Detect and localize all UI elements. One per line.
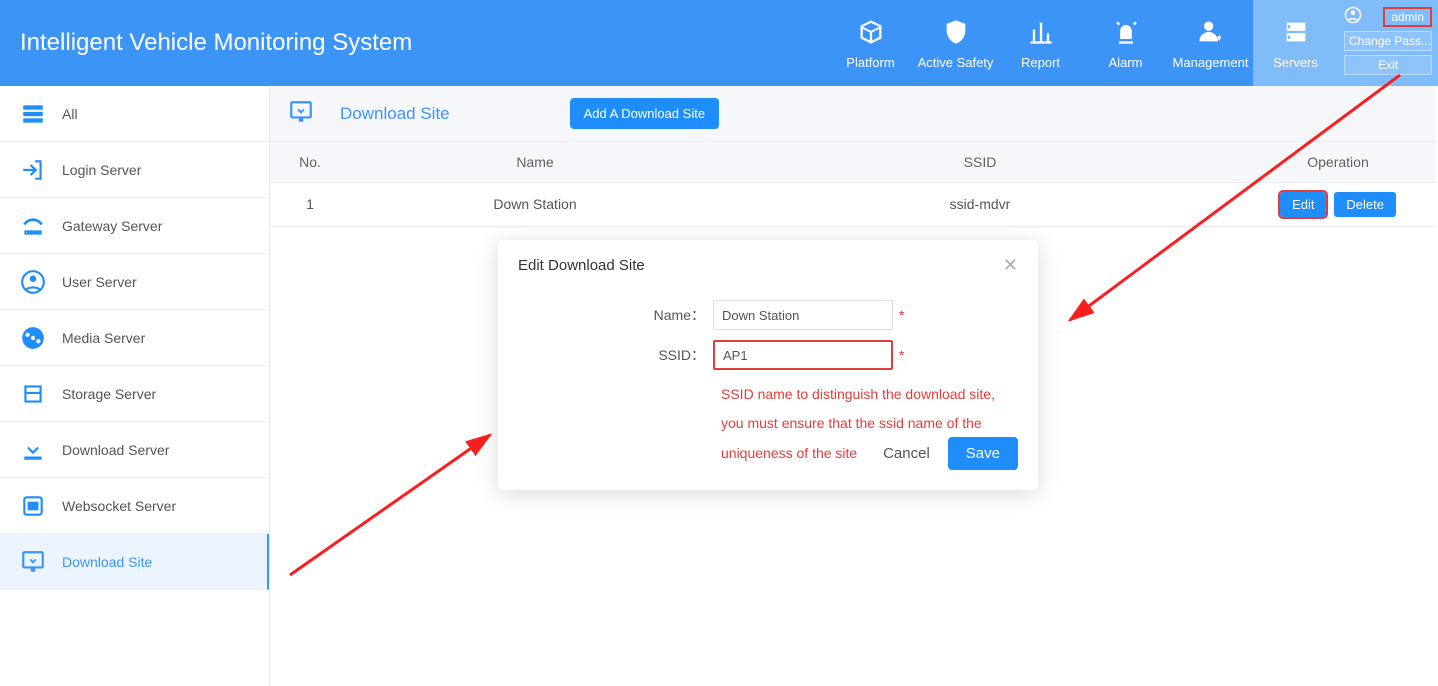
exit-button[interactable]: Exit [1344, 55, 1432, 75]
sidebar-item-login-server[interactable]: Login Server [0, 142, 269, 198]
shield-icon [941, 17, 971, 47]
media-icon [20, 325, 46, 351]
add-download-site-button[interactable]: Add A Download Site [570, 98, 719, 129]
sidebar-item-download-site[interactable]: Download Site [0, 534, 269, 590]
nav-label: Report [1021, 55, 1060, 70]
user-name[interactable]: admin [1383, 7, 1432, 27]
user-gear-icon [1196, 17, 1226, 47]
name-label: Name： [498, 305, 713, 325]
nav-label: Servers [1273, 55, 1318, 70]
ssid-input[interactable] [713, 340, 893, 370]
required-mark: * [899, 307, 904, 323]
dialog-title: Edit Download Site [518, 257, 645, 274]
nav-label: Management [1173, 55, 1249, 70]
sidebar-item-label: Storage Server [62, 386, 156, 402]
nav-label: Active Safety [918, 55, 994, 70]
th-op: Operation [1240, 142, 1436, 182]
delete-button[interactable]: Delete [1334, 192, 1396, 217]
user-avatar-icon [1344, 6, 1362, 27]
sidebar-item-storage-server[interactable]: Storage Server [0, 366, 269, 422]
nav-management[interactable]: Management [1168, 0, 1253, 86]
cell-name: Down Station [350, 182, 720, 226]
sidebar-item-label: Gateway Server [62, 218, 162, 234]
nav-report[interactable]: Report [998, 0, 1083, 86]
nav-active-safety[interactable]: Active Safety [913, 0, 998, 86]
sidebar-item-label: Media Server [62, 330, 145, 346]
th-no: No. [270, 142, 350, 182]
page-title: Download Site [340, 104, 450, 124]
nav-alarm[interactable]: Alarm [1083, 0, 1168, 86]
user-panel: admin Change Pass... Exit [1338, 0, 1438, 86]
edit-button[interactable]: Edit [1280, 192, 1326, 217]
download-site-icon [20, 549, 46, 575]
gateway-icon [20, 213, 46, 239]
close-icon[interactable]: ✕ [1003, 255, 1018, 276]
sidebar-item-label: Websocket Server [62, 498, 176, 514]
sidebar-item-label: Download Site [62, 554, 152, 570]
user-icon [20, 269, 46, 295]
top-nav: Platform Active Safety Report Alarm Mana… [828, 0, 1438, 86]
cell-no: 1 [270, 182, 350, 226]
table-row: 1 Down Station ssid-mdvr Edit Delete [270, 182, 1436, 226]
login-icon [20, 157, 46, 183]
sidebar-item-all[interactable]: All [0, 86, 269, 142]
storage-icon [20, 381, 46, 407]
sidebar-item-download-server[interactable]: Download Server [0, 422, 269, 478]
bars-icon [1026, 17, 1056, 47]
sidebar: All Login Server Gateway Server User Ser… [0, 86, 270, 686]
download-site-table: No. Name SSID Operation 1 Down Station s… [270, 142, 1436, 227]
nav-label: Alarm [1109, 55, 1143, 70]
th-name: Name [350, 142, 720, 182]
nav-servers[interactable]: Servers [1253, 0, 1338, 86]
sidebar-item-user-server[interactable]: User Server [0, 254, 269, 310]
sidebar-item-label: All [62, 106, 78, 122]
cube-icon [856, 17, 886, 47]
cell-ssid: ssid-mdvr [720, 182, 1240, 226]
nav-platform[interactable]: Platform [828, 0, 913, 86]
app-title: Intelligent Vehicle Monitoring System [20, 29, 412, 57]
nav-label: Platform [846, 55, 894, 70]
th-ssid: SSID [720, 142, 1240, 182]
edit-download-site-dialog: Edit Download Site ✕ Name： * SSID： * SSI… [498, 240, 1038, 490]
save-button[interactable]: Save [948, 437, 1018, 470]
websocket-icon [20, 493, 46, 519]
siren-icon [1111, 17, 1141, 47]
name-input[interactable] [713, 300, 893, 330]
app-header: Intelligent Vehicle Monitoring System Pl… [0, 0, 1438, 86]
sidebar-item-label: Download Server [62, 442, 169, 458]
all-icon [20, 101, 46, 127]
server-icon [1281, 17, 1311, 47]
download-icon [20, 437, 46, 463]
change-password-button[interactable]: Change Pass... [1344, 31, 1432, 51]
sidebar-item-websocket-server[interactable]: Websocket Server [0, 478, 269, 534]
sidebar-item-label: User Server [62, 274, 137, 290]
page-icon [288, 99, 314, 128]
ssid-label: SSID： [498, 345, 713, 365]
sidebar-item-label: Login Server [62, 162, 141, 178]
cancel-button[interactable]: Cancel [883, 445, 930, 462]
cell-operation: Edit Delete [1240, 182, 1436, 226]
sidebar-item-media-server[interactable]: Media Server [0, 310, 269, 366]
required-mark: * [899, 347, 904, 363]
page-header: Download Site Add A Download Site [270, 86, 1436, 142]
sidebar-item-gateway-server[interactable]: Gateway Server [0, 198, 269, 254]
